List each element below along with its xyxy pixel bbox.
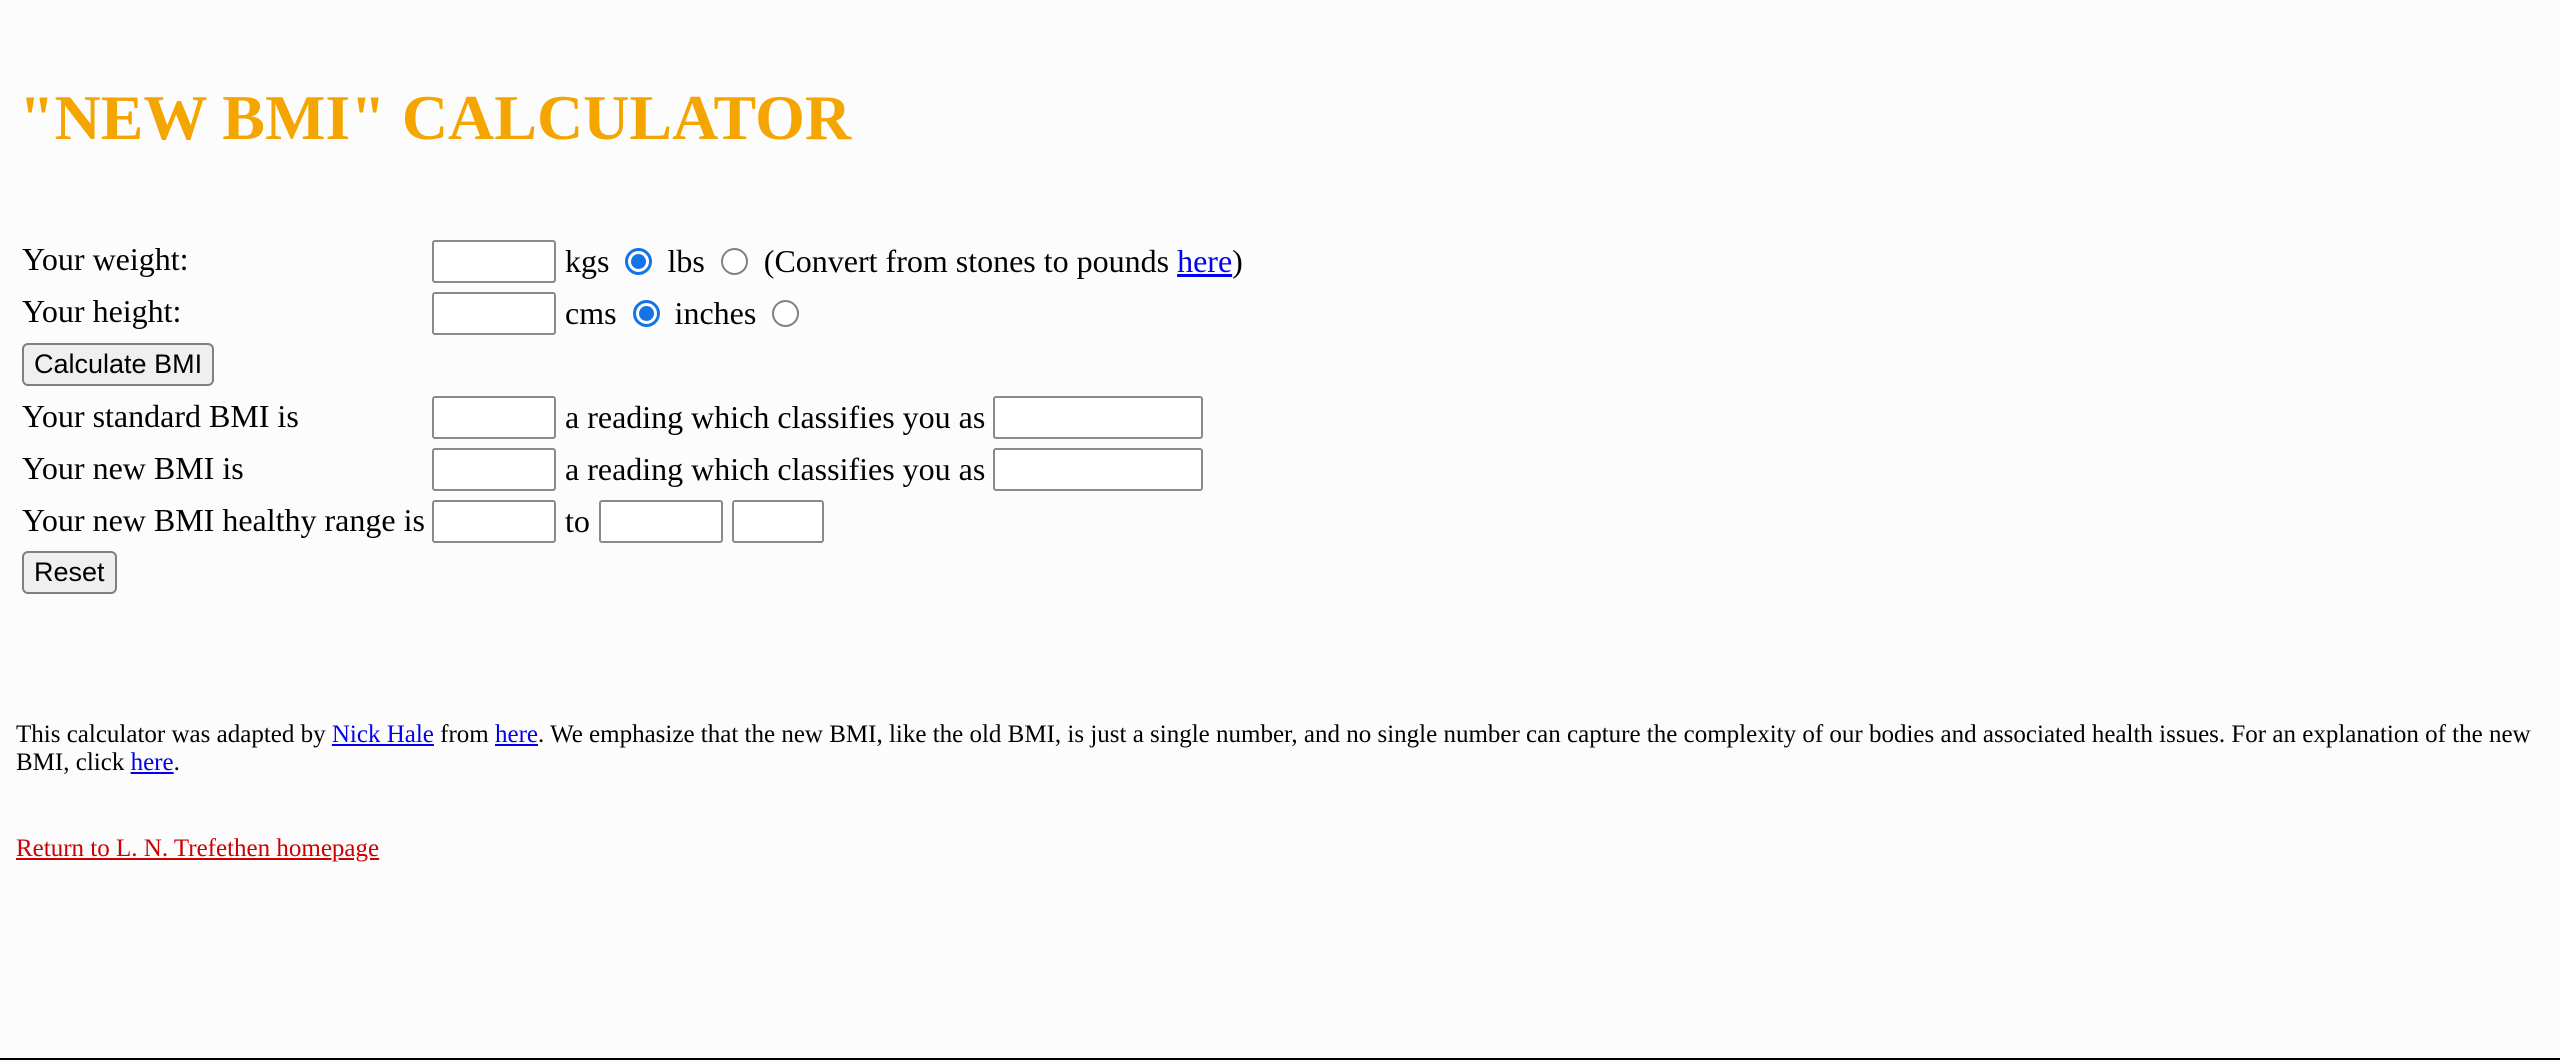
page-title: "NEW BMI" CALCULATOR: [19, 82, 852, 153]
standard-bmi-controls: a reading which classifies you as: [432, 395, 1204, 439]
range-low-output[interactable]: [432, 499, 556, 543]
homepage-link[interactable]: Return to L. N. Trefethen homepage: [16, 833, 379, 865]
height-label: Your height:: [22, 293, 182, 329]
footer-paragraph: This calculator was adapted by Nick Hale…: [16, 721, 2531, 776]
kgs-label: kgs: [565, 243, 610, 279]
inches-label: inches: [674, 295, 757, 331]
height-controls: cms inches: [432, 291, 800, 335]
cms-label: cms: [565, 295, 617, 331]
kgs-radio[interactable]: [625, 247, 653, 275]
new-bmi-label: Your new BMI is: [22, 450, 244, 486]
source-here-link[interactable]: here: [495, 721, 538, 748]
new-classification-output[interactable]: [993, 447, 1204, 491]
range-extra-output[interactable]: [731, 499, 824, 543]
weight-label: Your weight:: [22, 241, 189, 277]
lbs-label: lbs: [667, 243, 705, 279]
standard-classifies-text: a reading which classifies you as: [565, 399, 986, 435]
inches-radio[interactable]: [772, 299, 800, 327]
bottom-divider: [0, 1058, 2560, 1060]
convert-text: (Convert from stones to pounds here): [763, 243, 1243, 279]
new-bmi-controls: a reading which classifies you as: [432, 447, 1204, 491]
calculate-bmi-button[interactable]: Calculate BMI: [22, 343, 215, 386]
healthy-range-controls: to: [432, 499, 824, 543]
reset-button[interactable]: Reset: [22, 551, 117, 594]
standard-classification-output[interactable]: [993, 395, 1204, 439]
healthy-range-label: Your new BMI healthy range is: [22, 502, 425, 538]
height-input[interactable]: [432, 291, 556, 335]
new-classifies-text: a reading which classifies you as: [565, 451, 986, 487]
nick-hale-link[interactable]: Nick Hale: [332, 721, 434, 748]
new-bmi-output[interactable]: [432, 447, 556, 491]
lbs-radio[interactable]: [720, 247, 748, 275]
weight-input[interactable]: [432, 239, 556, 283]
standard-bmi-label: Your standard BMI is: [22, 398, 299, 434]
convert-here-link[interactable]: here: [1177, 243, 1232, 279]
explanation-here-link[interactable]: here: [131, 749, 174, 776]
range-high-output[interactable]: [598, 499, 723, 543]
cms-radio[interactable]: [632, 299, 660, 327]
to-text: to: [565, 503, 590, 539]
standard-bmi-output[interactable]: [432, 395, 556, 439]
weight-controls: kgs lbs (Convert from stones to pounds h…: [432, 239, 1243, 283]
